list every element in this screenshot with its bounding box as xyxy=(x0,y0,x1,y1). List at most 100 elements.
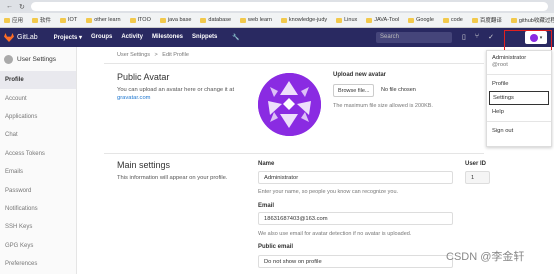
grid-icon xyxy=(4,17,10,23)
bookmark-item[interactable]: web learn xyxy=(240,17,272,23)
folder-icon xyxy=(32,17,39,23)
folder-icon xyxy=(366,17,373,23)
main-settings-desc: This information will appear on your pro… xyxy=(117,175,228,181)
bookmark-item[interactable]: IOT xyxy=(60,17,77,23)
sidebar-item-emails[interactable]: Emails xyxy=(0,163,76,181)
nav-groups[interactable]: Groups xyxy=(91,34,112,41)
user-icon xyxy=(4,54,13,64)
bookmark-item[interactable]: github收藏过程 xyxy=(510,16,554,24)
dropdown-item-sign-out[interactable]: Sign out xyxy=(487,124,551,138)
nav-projects[interactable]: Projects ▾ xyxy=(54,34,82,41)
wrench-icon[interactable]: 🔧 xyxy=(232,34,239,41)
issues-icon[interactable]: ▯ xyxy=(462,33,466,41)
divider xyxy=(104,63,484,64)
nav-milestones[interactable]: Milestones xyxy=(152,34,183,41)
top-nav: Projects ▾ Groups Activity Milestones Sn… xyxy=(54,34,240,41)
merge-requests-icon[interactable]: ⑂ xyxy=(475,33,479,41)
breadcrumb-parent[interactable]: User Settings xyxy=(117,52,150,58)
sidebar-item-applications[interactable]: Applications xyxy=(0,108,76,126)
sidebar-title[interactable]: User Settings xyxy=(0,47,76,71)
bookmark-item[interactable]: 百度翻译 xyxy=(471,16,502,24)
bookmark-item[interactable]: 软件 xyxy=(32,16,51,24)
bookmark-item[interactable]: ITOO xyxy=(129,17,151,23)
user-dropdown-menu: Administrator @root Profile Settings Hel… xyxy=(486,50,552,147)
public-email-select[interactable]: Do not show on profile xyxy=(258,255,453,268)
sidebar-item-preferences[interactable]: Preferences xyxy=(0,255,76,273)
brand-name[interactable]: GitLab xyxy=(17,34,38,41)
sidebar-item-ssh-keys[interactable]: SSH Keys xyxy=(0,218,76,236)
gravatar-link[interactable]: gravatar.com xyxy=(117,95,151,101)
name-help: Enter your name, so people you know can … xyxy=(258,189,399,195)
breadcrumb-current: Edit Profile xyxy=(162,52,189,58)
todos-icon[interactable]: ✓ xyxy=(488,33,494,41)
watermark-text: CSDN @李金轩 xyxy=(446,251,525,263)
breadcrumb: User Settings > Edit Profile xyxy=(117,52,192,58)
address-bar[interactable] xyxy=(30,2,548,11)
folder-icon xyxy=(280,17,287,23)
sidebar-item-profile[interactable]: Profile xyxy=(0,71,76,90)
bookmark-item[interactable]: other learn xyxy=(86,17,121,23)
upload-avatar-label: Upload new avatar xyxy=(333,72,387,78)
folder-icon xyxy=(159,17,166,23)
folder-icon xyxy=(129,17,136,23)
folder-icon xyxy=(86,17,93,23)
nav-snippets[interactable]: Snippets xyxy=(192,34,217,41)
bookmarks-bar: 应用 软件 IOT other learn ITOO java base dat… xyxy=(0,13,554,28)
browser-toolbar: ← ↻ xyxy=(0,0,554,13)
no-file-text: No file chosen xyxy=(381,87,416,93)
bookmark-item[interactable]: Linux xyxy=(336,17,357,23)
dropdown-divider xyxy=(487,121,551,122)
bookmark-item[interactable]: 应用 xyxy=(4,16,23,24)
email-field[interactable]: 18631687403@163.com xyxy=(258,212,453,225)
sidebar-item-access-tokens[interactable]: Access Tokens xyxy=(0,145,76,163)
gitlab-header: GitLab Projects ▾ Groups Activity Milest… xyxy=(0,28,554,47)
bookmark-item[interactable]: java base xyxy=(159,17,191,23)
settings-sidebar: User Settings Profile Account Applicatio… xyxy=(0,47,77,274)
browse-file-button[interactable]: Browse file... xyxy=(333,84,375,97)
folder-icon xyxy=(336,17,343,23)
bookmark-item[interactable]: code xyxy=(442,17,463,23)
sidebar-item-gpg-keys[interactable]: GPG Keys xyxy=(0,237,76,255)
reload-icon[interactable]: ↻ xyxy=(19,3,25,11)
bookmark-item[interactable]: database xyxy=(200,17,231,23)
folder-icon xyxy=(442,17,449,23)
sidebar-item-account[interactable]: Account xyxy=(0,89,76,107)
folder-icon xyxy=(240,17,247,23)
dropdown-user-handle: @root xyxy=(492,62,508,68)
folder-icon xyxy=(471,17,478,23)
bookmark-item[interactable]: JAVA-Tool xyxy=(366,17,399,23)
sidebar-item-notifications[interactable]: Notifications xyxy=(0,200,76,218)
google-icon xyxy=(408,17,415,23)
profile-avatar-image xyxy=(258,73,321,136)
dropdown-item-help[interactable]: Help xyxy=(487,105,551,119)
folder-icon xyxy=(510,17,517,23)
avatar-section-desc: You can upload an avatar here or change … xyxy=(117,87,235,101)
user-id-field: 1 xyxy=(465,171,490,184)
name-field[interactable]: Administrator xyxy=(258,171,453,184)
email-help: We also use email for avatar detection i… xyxy=(258,231,412,237)
highlight-box xyxy=(504,30,552,50)
folder-icon xyxy=(200,17,207,23)
dropdown-user-name: Administrator xyxy=(492,55,527,61)
gitlab-logo-icon[interactable] xyxy=(4,33,14,42)
dropdown-divider xyxy=(487,74,551,75)
breadcrumb-separator: > xyxy=(154,52,158,58)
nav-activity[interactable]: Activity xyxy=(121,34,143,41)
main-settings-title: Main settings xyxy=(117,160,171,170)
sidebar-item-chat[interactable]: Chat xyxy=(0,126,76,144)
email-label: Email xyxy=(258,203,275,209)
bookmark-item[interactable]: Google xyxy=(408,17,434,23)
bookmark-item[interactable]: knowledge-judy xyxy=(280,17,327,23)
name-label: Name xyxy=(258,161,275,167)
public-email-label: Public email xyxy=(258,244,294,250)
folder-icon xyxy=(60,17,67,23)
dropdown-item-profile[interactable]: Profile xyxy=(487,77,551,91)
divider xyxy=(104,153,484,154)
avatar-section-title: Public Avatar xyxy=(117,72,170,82)
search-input[interactable]: Search xyxy=(376,32,452,43)
user-id-label: User ID xyxy=(465,161,487,167)
dropdown-item-settings[interactable]: Settings xyxy=(489,91,549,105)
sidebar-item-password[interactable]: Password xyxy=(0,181,76,199)
max-size-text: The maximum file size allowed is 200KB. xyxy=(333,103,433,109)
back-icon[interactable]: ← xyxy=(6,3,13,10)
